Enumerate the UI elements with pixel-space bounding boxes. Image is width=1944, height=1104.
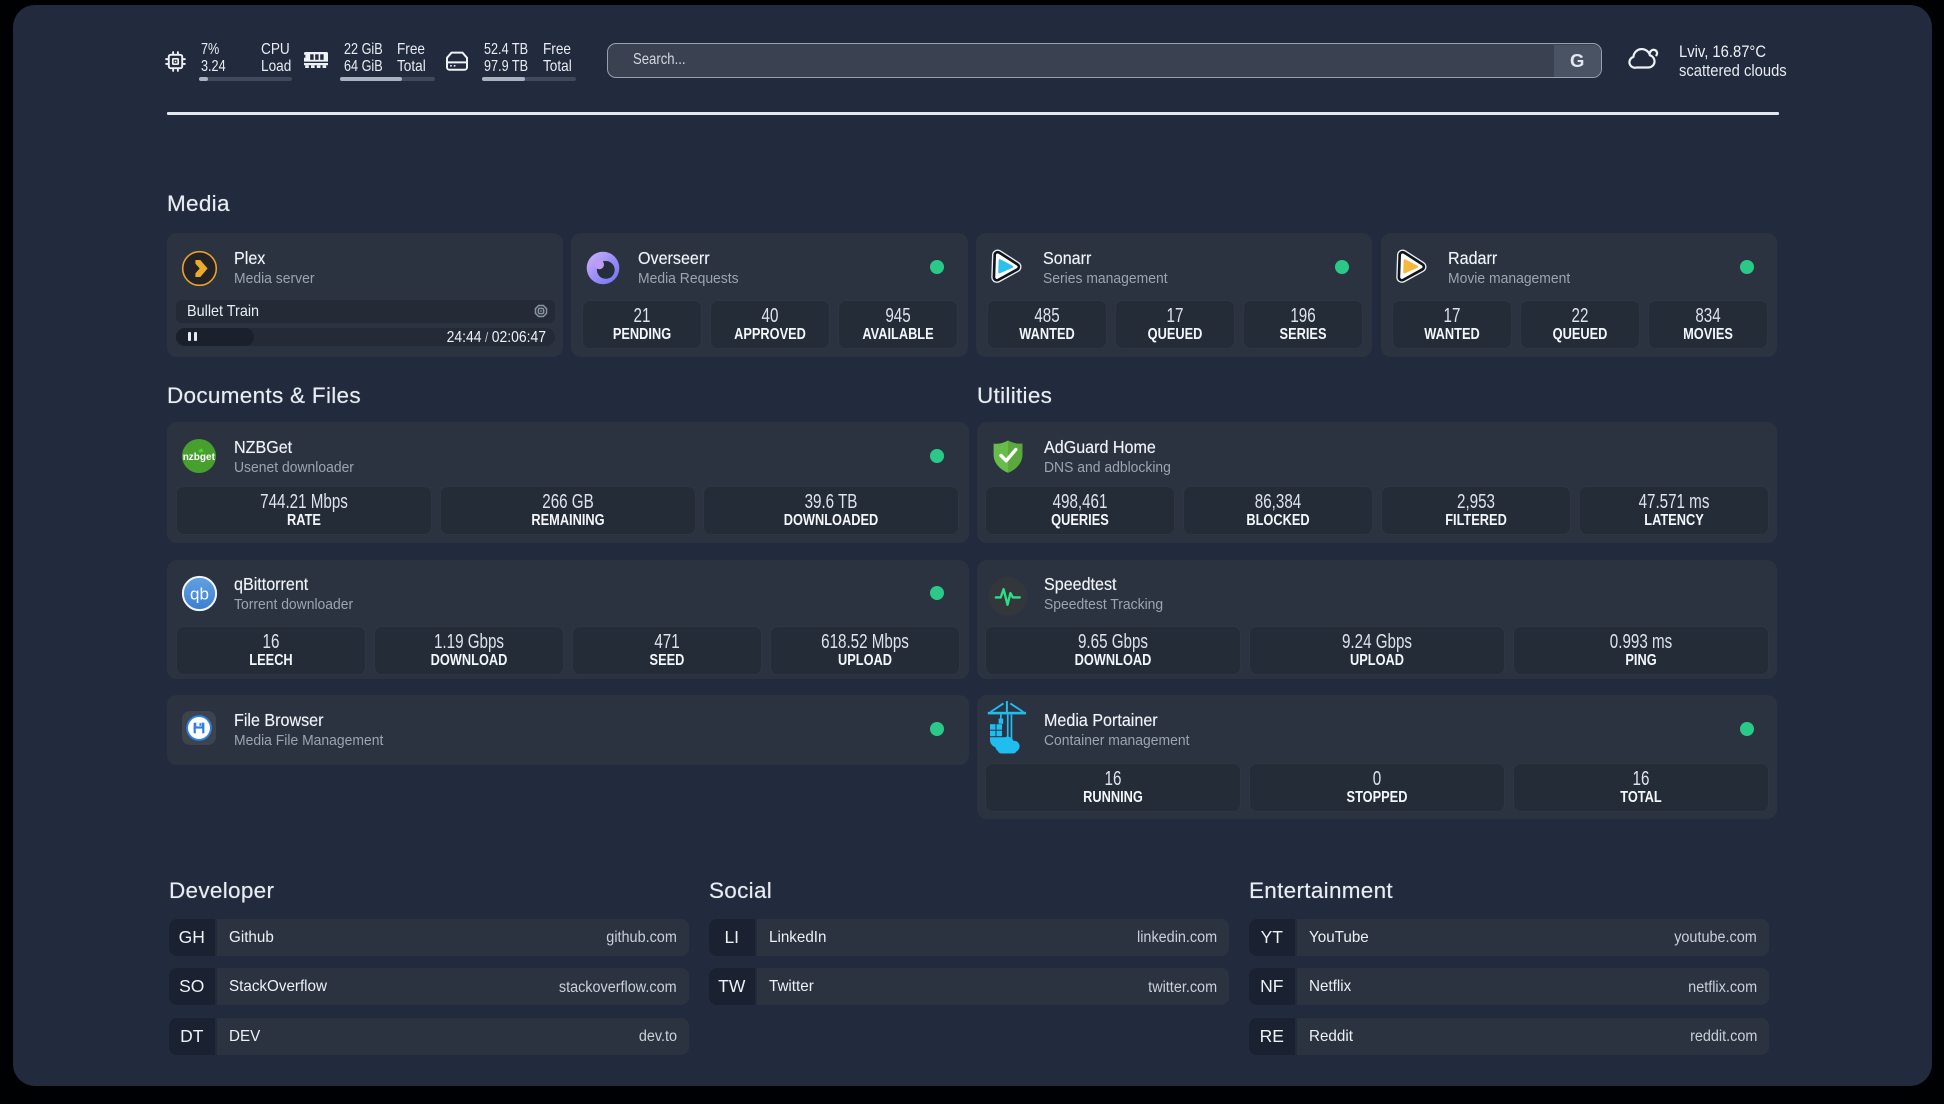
- svg-text:nzbget: nzbget: [183, 452, 216, 463]
- svg-text:qb: qb: [190, 584, 209, 603]
